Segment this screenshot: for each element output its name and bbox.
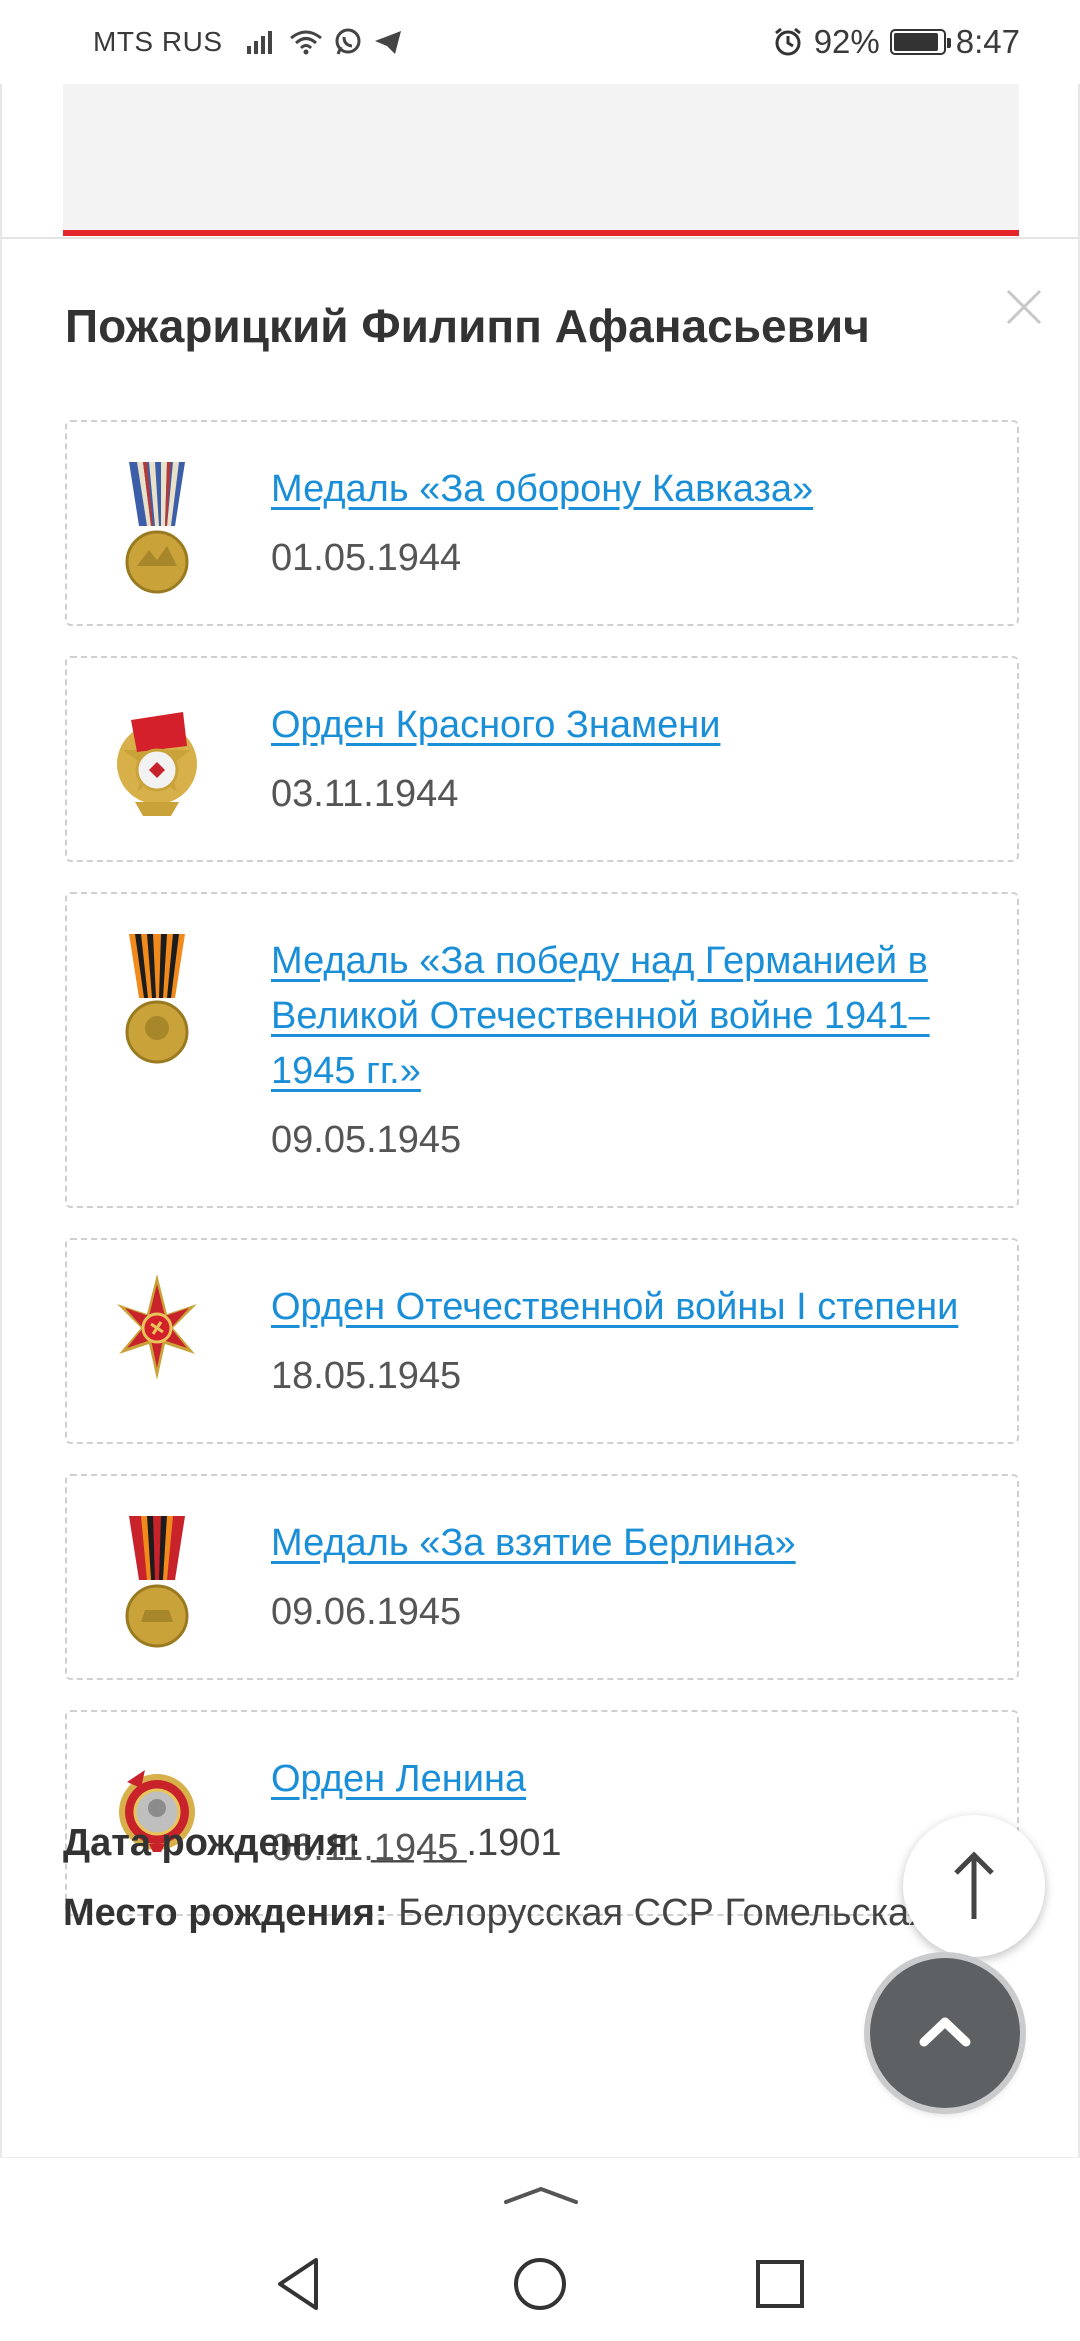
collapse-button[interactable] — [870, 1958, 1020, 2108]
chevron-up-icon — [919, 2017, 971, 2047]
berlin-medal-icon — [125, 1516, 189, 1648]
person-name: Пожарицкий Филипп Афанасьевич — [65, 300, 870, 352]
clock-time: 8:47 — [955, 23, 1020, 60]
award-title-link[interactable]: Медаль «За взятие Берлина» — [271, 1516, 987, 1571]
award-title-link[interactable]: Медаль «За победу над Германией в Велико… — [271, 934, 987, 1099]
awards-list: Медаль «За оборону Кавказа» 01.05.1944 О… — [65, 420, 1019, 1946]
arrow-up-icon — [954, 1851, 994, 1919]
birth-place-row: Место рождения: Белорусская ССР Гомельск… — [63, 1892, 1014, 1935]
birth-place-label: Место рождения: — [63, 1892, 388, 1934]
home-icon[interactable] — [510, 2254, 570, 2314]
recents-icon[interactable] — [750, 2254, 810, 2314]
award-date: 09.06.1945 — [271, 1591, 462, 1633]
award-title-link[interactable]: Орден Красного Знамени — [271, 698, 987, 753]
award-title-link[interactable]: Орден Отечественной войны I степени — [271, 1280, 987, 1335]
caucasus-medal-icon — [125, 462, 189, 594]
award-date: 09.05.1945 — [271, 1119, 462, 1161]
award-date: 18.05.1945 — [271, 1355, 462, 1397]
award-date: 03.11.1944 — [271, 773, 459, 815]
close-icon[interactable] — [1000, 283, 1048, 331]
award-date: 01.05.1944 — [271, 537, 462, 579]
background-content-box — [63, 84, 1019, 232]
award-card: Орден Отечественной войны I степени 18.0… — [65, 1238, 1019, 1444]
award-title-link[interactable]: Медаль «За оборону Кавказа» — [271, 462, 987, 517]
page-border-left — [0, 84, 2, 240]
red-banner-order-icon — [117, 712, 197, 816]
birth-date-value: __.__.1901 — [371, 1822, 562, 1864]
carrier-label: MTS RUS — [93, 26, 223, 57]
red-accent-line — [63, 230, 1019, 236]
award-card: Медаль «За оборону Кавказа» 01.05.1944 — [65, 420, 1019, 626]
wifi-icon — [289, 30, 322, 55]
birth-date-label: Дата рождения: — [63, 1822, 361, 1864]
award-card: Орден Ленина 06.11.1945 — [65, 1710, 1019, 1916]
patriotic-war-order-icon — [117, 1274, 197, 1380]
signal-icon — [246, 31, 272, 54]
background-page — [0, 84, 1080, 240]
victory-medal-icon — [125, 934, 189, 1064]
battery-percent: 92% — [813, 23, 880, 60]
award-card: Орден Красного Знамени 03.11.1944 — [65, 656, 1019, 862]
battery-icon — [889, 29, 951, 55]
birth-date-row: Дата рождения: __.__.1901 — [63, 1822, 562, 1865]
whatsapp-icon — [335, 28, 360, 55]
award-card: Медаль «За победу над Германией в Велико… — [65, 892, 1019, 1208]
back-icon[interactable] — [270, 2254, 330, 2314]
award-title-link[interactable]: Орден Ленина — [271, 1752, 987, 1807]
scroll-top-button[interactable] — [903, 1815, 1045, 1957]
award-card: Медаль «За взятие Берлина» 09.06.1945 — [65, 1474, 1019, 1680]
telegram-icon — [374, 31, 401, 54]
alarm-icon — [774, 27, 801, 56]
swipe-handle-icon[interactable] — [502, 2184, 580, 2206]
status-bar: MTS RUS 92% 8:47 — [0, 0, 1080, 84]
system-navigation-bar — [0, 2157, 1080, 2341]
